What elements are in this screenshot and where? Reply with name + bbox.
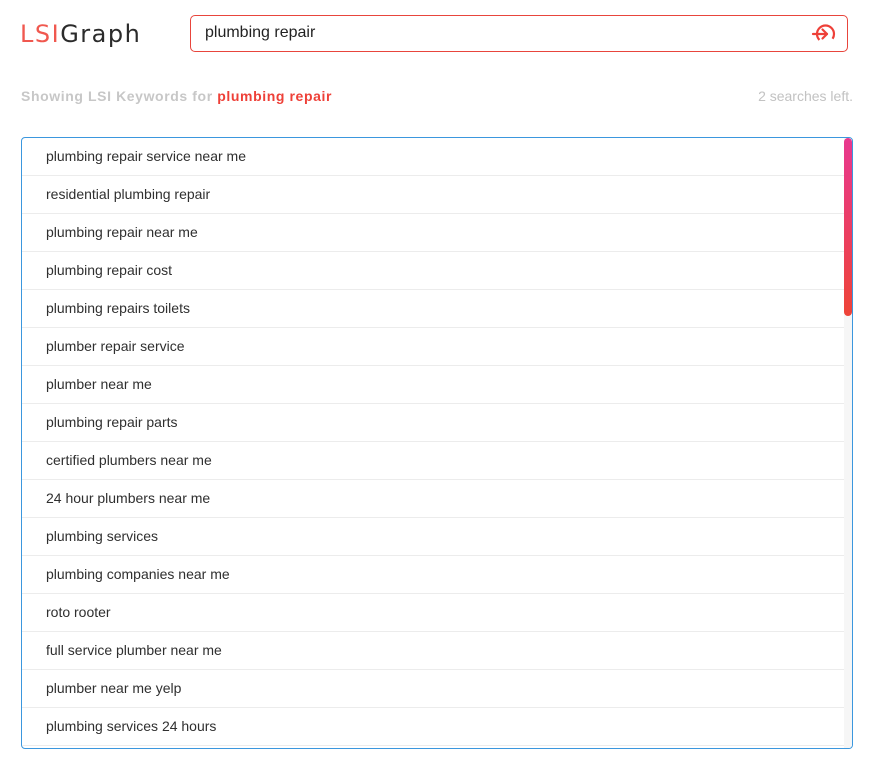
showing-prefix: Showing LSI Keywords for <box>21 88 218 104</box>
header: LSIGraph <box>0 0 890 70</box>
keyword-list-item[interactable]: plumbing repair cost <box>22 252 844 290</box>
keyword-list-item[interactable]: plumber near me yelp <box>22 670 844 708</box>
keyword-list-item[interactable]: certified plumbers near me <box>22 442 844 480</box>
logo[interactable]: LSIGraph <box>20 19 141 49</box>
logo-graph: Graph <box>60 20 142 48</box>
keyword-list-item[interactable]: plumbing services <box>22 518 844 556</box>
scrollbar-thumb[interactable] <box>844 138 852 316</box>
results-list: plumbing repair service near me residenti… <box>22 138 844 746</box>
keyword-list-item[interactable]: residential plumbing repair <box>22 176 844 214</box>
keyword-list-item[interactable]: plumbing repair near me <box>22 214 844 252</box>
keyword-list-item[interactable]: 24 hour plumbers near me <box>22 480 844 518</box>
keyword-list-item[interactable]: plumbing services 24 hours <box>22 708 844 746</box>
keyword-list-item[interactable]: plumbing companies near me <box>22 556 844 594</box>
keyword-list-item[interactable]: plumbing repairs toilets <box>22 290 844 328</box>
subheader: Showing LSI Keywords for plumbing repair… <box>21 88 853 106</box>
submit-arrow-icon <box>811 24 836 44</box>
search-box <box>190 15 848 52</box>
search-input[interactable] <box>205 16 795 50</box>
keyword-list-item[interactable]: full service plumber near me <box>22 632 844 670</box>
search-submit-button[interactable] <box>811 21 837 47</box>
keyword-list-item[interactable]: roto rooter <box>22 594 844 632</box>
results-list-panel: plumbing repair service near me residenti… <box>21 137 853 749</box>
keyword-list-item[interactable]: plumber near me <box>22 366 844 404</box>
logo-lsi: LSI <box>20 20 61 48</box>
showing-query: plumbing repair <box>217 88 333 104</box>
keyword-list-item[interactable]: plumbing repair service near me <box>22 138 844 176</box>
keyword-list-item[interactable]: plumber repair service <box>22 328 844 366</box>
searches-left-count: 2 searches left. <box>758 88 853 104</box>
keyword-list-item[interactable]: plumbing repair parts <box>22 404 844 442</box>
showing-label: Showing LSI Keywords for plumbing repair <box>21 88 332 104</box>
scrollbar-track[interactable] <box>844 138 852 748</box>
